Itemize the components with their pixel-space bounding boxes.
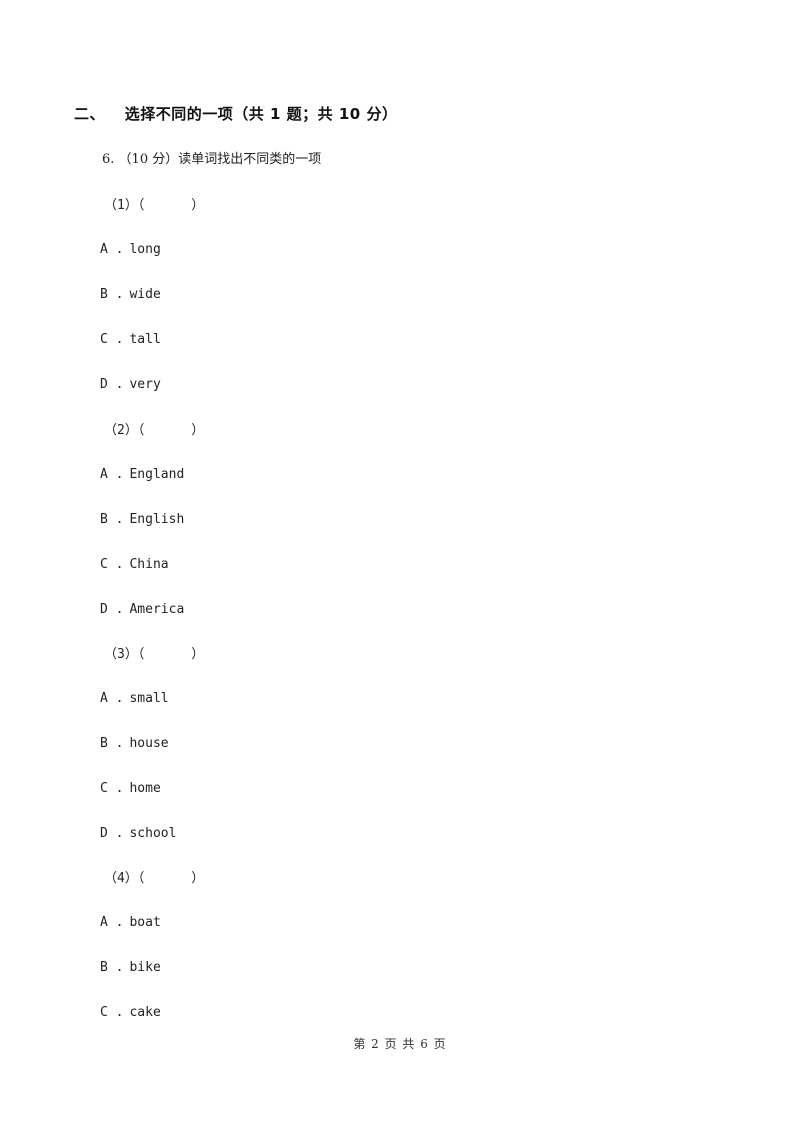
question-stem: 6. （10 分）读单词找出不同类的一项 xyxy=(102,148,321,167)
option-text: school xyxy=(129,826,177,841)
option-letter: D . xyxy=(100,826,124,841)
option-text: very xyxy=(129,377,161,392)
option-item[interactable]: A . small xyxy=(100,691,169,706)
option-text: cake xyxy=(129,1005,161,1020)
option-letter: C . xyxy=(100,781,124,796)
option-item[interactable]: C . tall xyxy=(100,332,161,347)
subquestion-label: （3）（ ） xyxy=(104,647,205,662)
option-text: China xyxy=(129,557,169,572)
option-text: wide xyxy=(129,287,161,302)
option-letter: B . xyxy=(100,960,124,975)
question-number: 6. xyxy=(102,152,115,167)
option-item[interactable]: D . school xyxy=(100,826,176,841)
option-item[interactable]: A . long xyxy=(100,242,161,257)
option-letter: D . xyxy=(100,377,124,392)
option-item[interactable]: C . China xyxy=(100,557,169,572)
option-letter: C . xyxy=(100,557,124,572)
option-item[interactable]: A . boat xyxy=(100,915,161,930)
section-number: 二、 xyxy=(74,105,106,123)
subquestion-label: （2）（ ） xyxy=(104,423,205,438)
option-text: tall xyxy=(129,332,161,347)
option-letter: A . xyxy=(100,691,124,706)
option-text: small xyxy=(129,691,169,706)
option-letter: C . xyxy=(100,1005,124,1020)
option-item[interactable]: B . English xyxy=(100,512,184,527)
section-heading: 二、 选择不同的一项（共 1 题；共 10 分） xyxy=(74,103,397,124)
option-text: English xyxy=(129,512,185,527)
option-text: home xyxy=(129,781,161,796)
option-letter: A . xyxy=(100,915,124,930)
section-title: 选择不同的一项（共 1 题；共 10 分） xyxy=(124,105,398,123)
option-item[interactable]: A . England xyxy=(100,467,184,482)
option-letter: D . xyxy=(100,602,124,617)
option-text: England xyxy=(129,467,185,482)
option-item[interactable]: B . wide xyxy=(100,287,161,302)
option-item[interactable]: B . house xyxy=(100,736,169,751)
page-footer: 第 2 页 共 6 页 xyxy=(353,1037,447,1051)
option-text: America xyxy=(129,602,185,617)
option-letter: B . xyxy=(100,287,124,302)
option-letter: A . xyxy=(100,467,124,482)
option-item[interactable]: C . home xyxy=(100,781,161,796)
option-letter: B . xyxy=(100,512,124,527)
option-text: house xyxy=(129,736,169,751)
option-letter: A . xyxy=(100,242,124,257)
subquestion-label: （4）（ ） xyxy=(104,871,205,886)
option-item[interactable]: D . America xyxy=(100,602,184,617)
option-item[interactable]: C . cake xyxy=(100,1005,161,1020)
option-text: boat xyxy=(129,915,161,930)
subquestion-label: （1）（ ） xyxy=(104,198,205,213)
option-letter: C . xyxy=(100,332,124,347)
question-text: （10 分）读单词找出不同类的一项 xyxy=(118,152,322,167)
option-letter: B . xyxy=(100,736,124,751)
option-text: bike xyxy=(129,960,161,975)
option-text: long xyxy=(129,242,161,257)
option-item[interactable]: B . bike xyxy=(100,960,161,975)
option-item[interactable]: D . very xyxy=(100,377,161,392)
